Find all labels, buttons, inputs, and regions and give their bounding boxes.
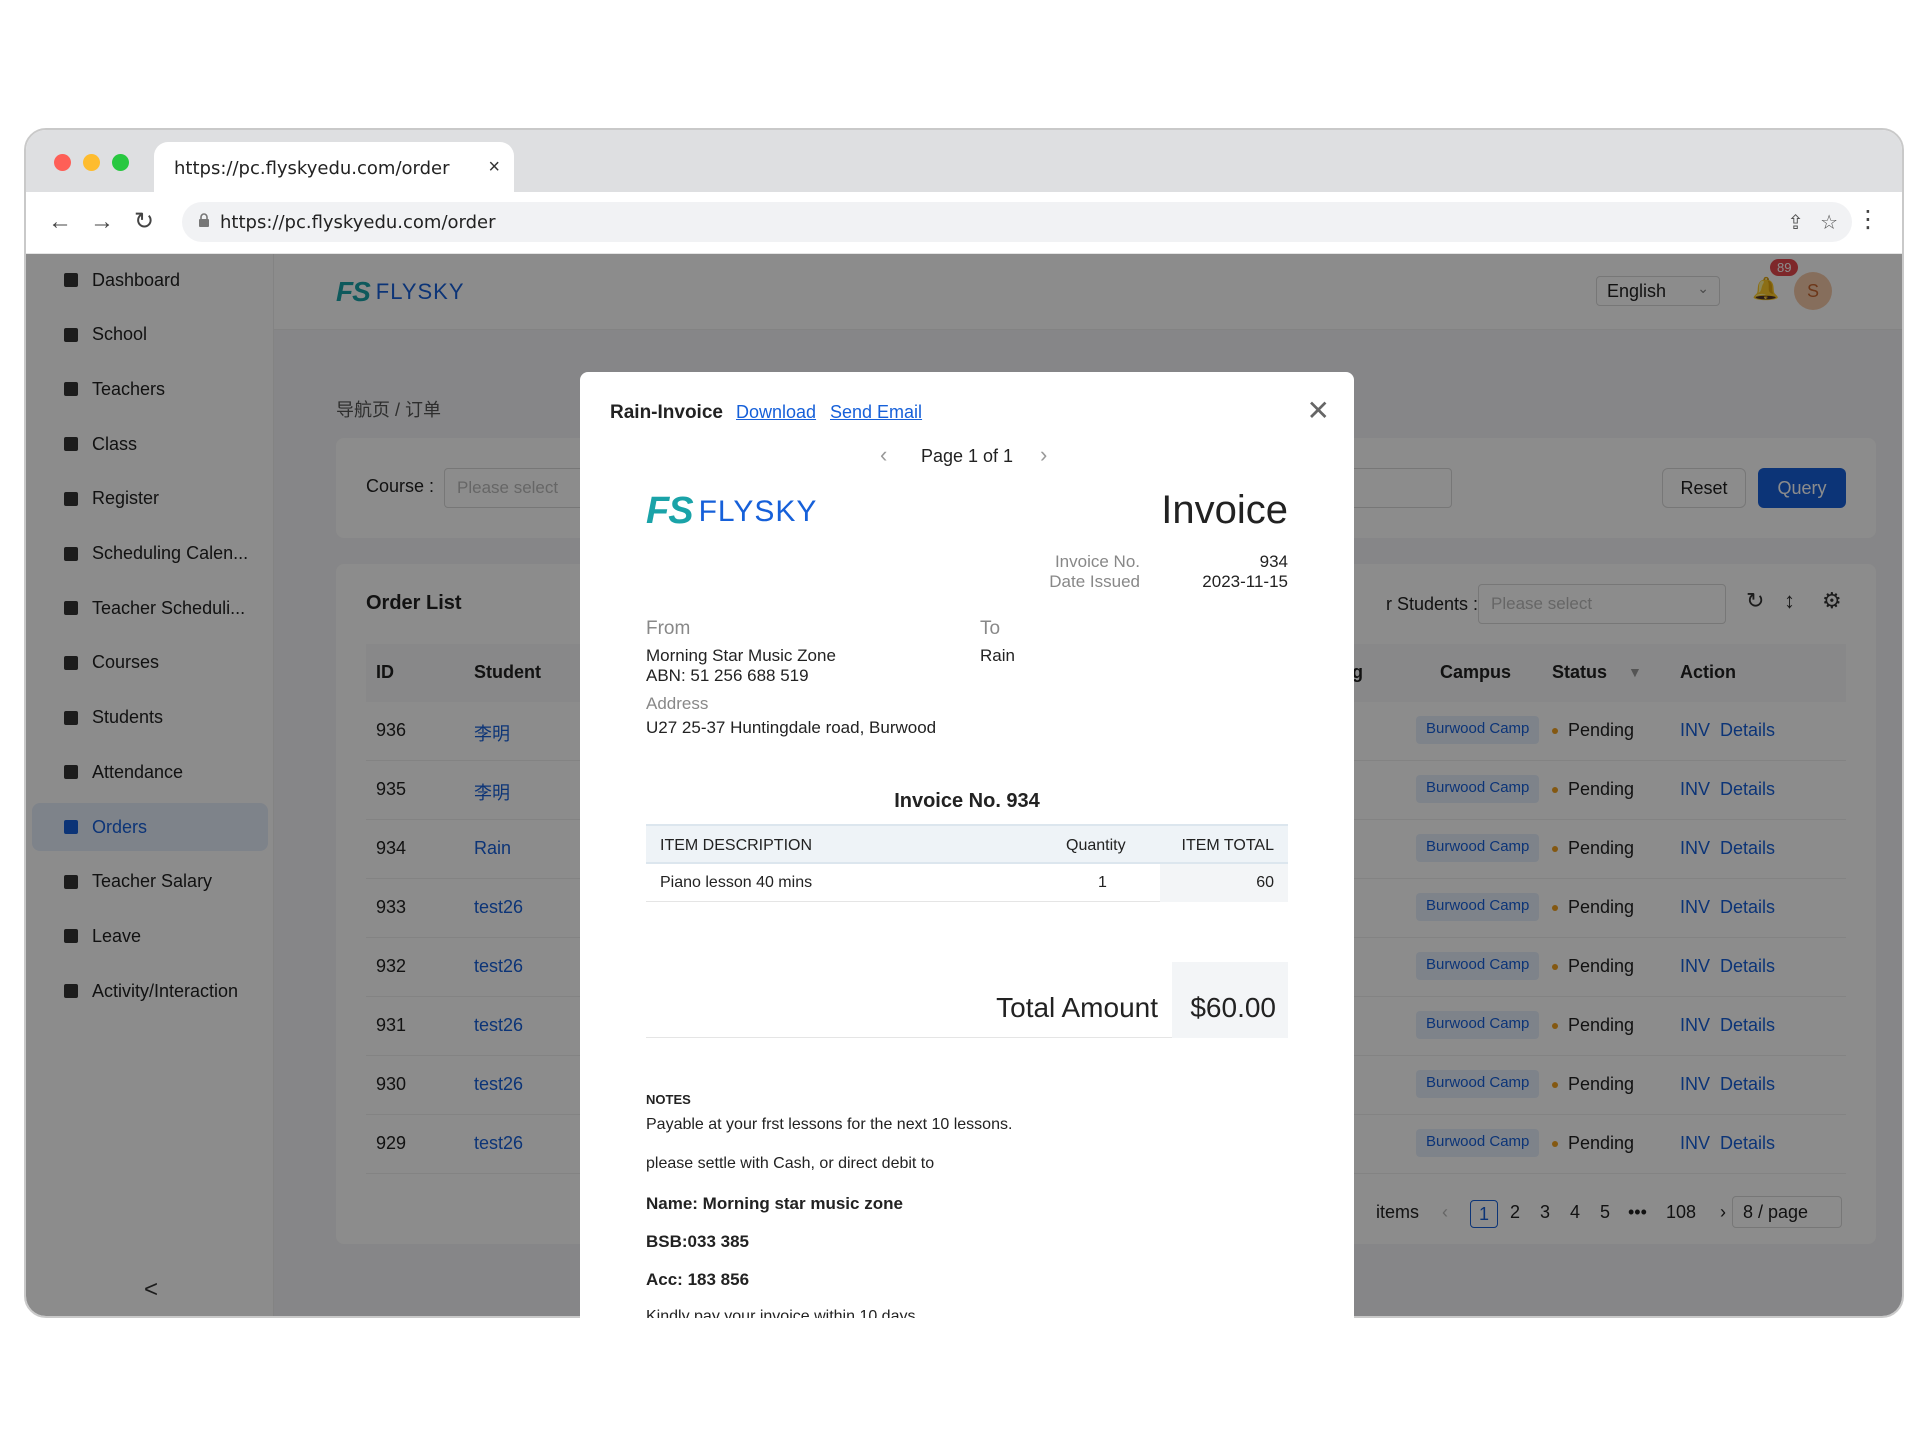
to-label: To xyxy=(980,618,1001,639)
total-row: Total Amount $60.00 xyxy=(646,962,1288,1038)
lock-icon xyxy=(199,213,209,227)
total-amount-value: $60.00 xyxy=(1190,992,1276,1023)
close-icon[interactable]: ✕ xyxy=(1307,394,1330,427)
url-field[interactable]: https://pc.flyskyedu.com/order ⇪ ☆ xyxy=(182,202,1852,242)
browser-menu-icon[interactable]: ⋮ xyxy=(1856,206,1880,234)
note-bsb: BSB:033 385 xyxy=(646,1232,750,1251)
tab-close-icon[interactable]: × xyxy=(488,156,500,179)
note-account: Acc: 183 856 xyxy=(646,1270,750,1289)
total-amount-label: Total Amount xyxy=(996,992,1158,1023)
forward-arrow-icon[interactable]: → xyxy=(90,208,114,236)
page-indicator: Page 1 of 1 xyxy=(920,446,1014,466)
invoice-heading: Invoice xyxy=(1161,488,1288,532)
col-item-total: ITEM TOTAL xyxy=(1181,837,1274,854)
invoice-no-value: 934 xyxy=(1259,552,1288,571)
maximize-window-button[interactable] xyxy=(112,154,129,171)
item-description: Piano lesson 40 mins xyxy=(660,874,813,891)
invoice-logo-word: FLYSKY xyxy=(698,494,818,528)
to-name: Rain xyxy=(980,646,1015,665)
address-label: Address xyxy=(646,694,709,713)
browser-tab-bar: https://pc.flyskyedu.com/order × xyxy=(26,130,1902,194)
share-icon[interactable]: ⇪ xyxy=(1787,210,1804,235)
note-line: Kindly pay your invoice within 10 days xyxy=(646,1308,916,1318)
back-arrow-icon[interactable]: ← xyxy=(48,208,72,236)
invoice-no-label: Invoice No. xyxy=(1054,552,1140,571)
invoice-item-row: Piano lesson 40 mins 1 60 xyxy=(646,864,1288,902)
bookmark-star-icon[interactable]: ☆ xyxy=(1820,210,1838,235)
minimize-window-button[interactable] xyxy=(83,154,100,171)
note-line: Payable at your frst lessons for the nex… xyxy=(646,1116,1013,1133)
send-email-link[interactable]: Send Email xyxy=(830,402,922,423)
date-issued-label: Date Issued xyxy=(1049,572,1140,591)
invoice-modal: Rain-Invoice Download Send Email ✕ ‹ Pag… xyxy=(580,372,1354,1318)
from-label: From xyxy=(646,618,691,639)
col-quantity: Quantity xyxy=(1066,837,1126,854)
download-link[interactable]: Download xyxy=(736,402,816,423)
item-total: 60 xyxy=(1256,874,1274,891)
address-bar: ← → ↻ https://pc.flyskyedu.com/order ⇪ ☆… xyxy=(26,192,1902,254)
modal-title: Rain-Invoice xyxy=(610,402,723,423)
total-amount-cell: $60.00 xyxy=(1172,962,1288,1038)
invoice-logo-mark: FS xyxy=(646,490,694,532)
browser-tab[interactable]: https://pc.flyskyedu.com/order × xyxy=(154,142,514,194)
note-bank-name: Name: Morning star music zone xyxy=(646,1194,903,1213)
item-quantity: 1 xyxy=(1098,874,1107,891)
items-header: ITEM DESCRIPTION Quantity ITEM TOTAL xyxy=(646,824,1288,864)
next-page-icon[interactable]: › xyxy=(1040,442,1047,468)
from-abn: ABN: 51 256 688 519 xyxy=(646,666,809,685)
notes-title: NOTES xyxy=(646,1092,691,1107)
date-issued-value: 2023-11-15 xyxy=(1202,572,1288,591)
tab-title: https://pc.flyskyedu.com/order xyxy=(174,158,450,179)
address-value: U27 25-37 Huntingdale road, Burwood xyxy=(646,718,937,737)
url-text: https://pc.flyskyedu.com/order xyxy=(220,212,496,233)
reload-icon[interactable]: ↻ xyxy=(134,208,154,236)
invoice-logo: FS FLYSKY xyxy=(646,490,817,533)
invoice-items-table: ITEM DESCRIPTION Quantity ITEM TOTAL Pia… xyxy=(646,824,1288,902)
invoice-table-title: Invoice No. 934 xyxy=(894,790,1040,812)
from-name: Morning Star Music Zone xyxy=(646,646,836,665)
note-line: please settle with Cash, or direct debit… xyxy=(646,1155,935,1172)
col-item-description: ITEM DESCRIPTION xyxy=(660,837,813,854)
close-window-button[interactable] xyxy=(54,154,71,171)
